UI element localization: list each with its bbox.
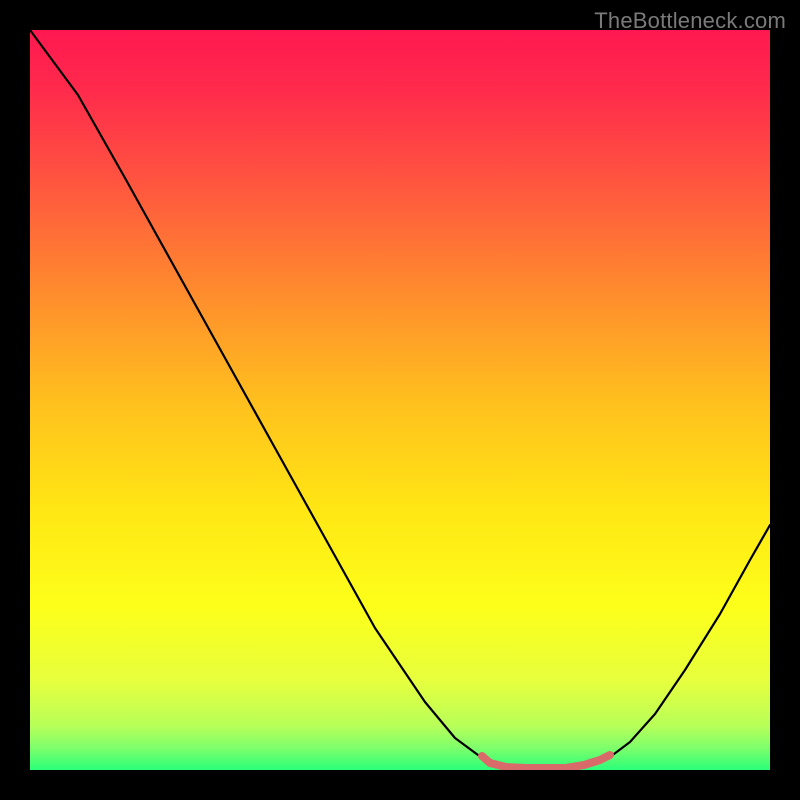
chart-background	[30, 30, 770, 770]
watermark-text: TheBottleneck.com	[594, 8, 786, 34]
chart-plot	[30, 30, 770, 770]
chart-svg	[30, 30, 770, 770]
